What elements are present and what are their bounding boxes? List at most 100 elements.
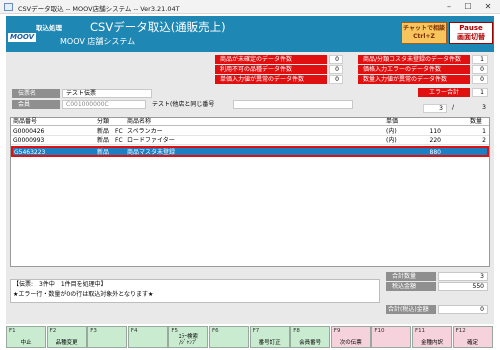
page-current: 3 <box>423 104 447 113</box>
window-title: CSVデータ取込 -- MOOV店舗システム -- Ver3.21.04T <box>18 5 180 13</box>
page-title: CSVデータ取込(通販売上) <box>90 20 226 34</box>
fkey-f1[interactable]: F1 中止 <box>6 326 46 348</box>
header-name: 商品名称 <box>127 118 152 125</box>
fkey-number: F1 <box>9 328 16 334</box>
member-code-field[interactable]: C001000000C <box>62 100 146 109</box>
fkey-number: F3 <box>90 328 97 334</box>
fkey-f10[interactable]: F10 <box>371 326 412 348</box>
fkey-f11[interactable]: F11 金種内訳 <box>412 326 452 348</box>
row-price: 880 <box>429 149 441 156</box>
header-code: 商品番号 <box>13 118 38 125</box>
system-name: MOOV 店舗システム <box>60 37 136 46</box>
row-category: 新品 <box>97 128 110 135</box>
status-progress: 【伝票: 3件中 1件目を処理中】 <box>13 281 107 288</box>
fkey-number: F12 <box>455 328 466 334</box>
slip-name-field[interactable]: テスト伝票 <box>62 89 152 98</box>
sum-qty-value: 3 <box>438 272 488 281</box>
function-key-bar: F1 中止 F2 品種変更 F3 F4 F5 ｴﾗｰ検索 /ｼﾞｬﾝﾌﾟ F6 F7 番号訂正 F8 会… <box>6 326 494 348</box>
fkey-label: 中止 <box>20 340 32 346</box>
fkey-number: F2 <box>49 328 57 334</box>
row-tax-type: (内) <box>386 137 397 144</box>
fkey-number: F10 <box>374 328 385 334</box>
row-quantity: 2 <box>482 137 486 144</box>
status-panel: 【伝票: 3件中 1件目を処理中】 ★エラー行・数量が0の行は取込対象外となりま… <box>10 279 380 303</box>
chat-button[interactable]: チャットで相談 Ctrl+Z <box>401 22 447 44</box>
error-label-unregistered: 商品/分類コスタ未登録のデータ件数 <box>358 55 470 64</box>
fkey-number: F7 <box>252 328 260 334</box>
minimize-icon[interactable]: – <box>444 2 454 12</box>
fkey-label: 確定 <box>467 340 479 346</box>
sum-qty-label: 合計数量 <box>386 272 436 281</box>
row-price: 220 <box>429 137 441 144</box>
app-icon <box>4 3 13 11</box>
error-label-unusable: 利用不可の品種データ件数 <box>215 65 327 74</box>
row-tax-type: (内) <box>386 128 397 135</box>
row-price: 110 <box>429 128 441 135</box>
header-category: 分類 <box>97 118 110 125</box>
row-category: 新品 <box>97 149 110 156</box>
table-row[interactable]: G0000426 新品 FC スペランカー (内) 110 1 <box>11 127 489 136</box>
row-name: ロードファイター <box>127 137 175 144</box>
fkey-label: 会員番号 <box>299 340 322 346</box>
close-icon[interactable]: ✕ <box>483 2 493 12</box>
pause-button-sub: 画面切替 <box>457 33 485 41</box>
fkey-f5[interactable]: F5 ｴﾗｰ検索 /ｼﾞｬﾝﾌﾟ <box>168 326 209 348</box>
error-label-quantity: 数量入力値が異常のデータ件数 <box>358 75 470 84</box>
fkey-f3[interactable]: F3 <box>87 326 128 348</box>
mode-label: 取込処理 <box>36 24 62 32</box>
pause-button[interactable]: Pause 画面切替 <box>449 22 493 44</box>
fkey-f9[interactable]: F9 次の伝票 <box>330 326 371 348</box>
sum-total-value: 0 <box>438 305 488 314</box>
fkey-f8[interactable]: F8 会員番号 <box>290 326 331 348</box>
error-count-unconfirmed: 0 <box>329 55 343 64</box>
chat-button-label: チャットで相談 <box>403 25 445 32</box>
fkey-f6[interactable]: F6 <box>209 326 249 348</box>
member-extra-field <box>233 100 353 109</box>
member-name: テスト(他店と同じ番号 <box>148 100 233 109</box>
fkey-number: F8 <box>293 328 300 334</box>
row-name: スペランカー <box>127 128 163 135</box>
fkey-number: F11 <box>415 328 426 334</box>
window-titlebar: CSVデータ取込 -- MOOV店舗システム -- Ver3.21.04T – … <box>0 0 500 14</box>
fkey-f4[interactable]: F4 <box>127 326 168 348</box>
chat-button-key: Ctrl+Z <box>413 33 435 40</box>
error-count-unitprice: 0 <box>329 75 343 84</box>
row-category: 新品 <box>97 137 110 144</box>
error-label-price: 価格入力エラーのデータ件数 <box>358 65 470 74</box>
item-grid[interactable]: 商品番号 分類 商品名称 単価 数量 G0000426 新品 FC スペランカー… <box>10 117 490 267</box>
row-subcategory: FC <box>115 137 123 144</box>
fkey-number: F4 <box>130 328 138 334</box>
sum-tax-value: 550 <box>438 282 488 291</box>
table-row-selected[interactable]: G5463223 新品 商品マスタ未登録 880 <box>11 146 489 157</box>
row-code: G0000993 <box>13 137 45 144</box>
fkey-label: 品種変更 <box>55 340 78 346</box>
fkey-f2[interactable]: F2 品種変更 <box>46 326 87 348</box>
header-unit-price: 単価 <box>386 118 399 125</box>
error-label-unitprice: 単価入力値が異常のデータ件数 <box>215 75 327 84</box>
fkey-label: 番号訂正 <box>258 340 281 346</box>
member-label: 会員 <box>12 100 60 109</box>
error-count-quantity: 0 <box>472 75 488 84</box>
header-quantity: 数量 <box>470 118 483 125</box>
row-quantity: 1 <box>482 128 486 135</box>
fkey-f12[interactable]: F12 確定 <box>452 326 493 348</box>
page-separator: / <box>452 104 455 111</box>
sum-total-label: 合計(税込)金額 <box>386 305 436 314</box>
fkey-number: F9 <box>333 328 341 334</box>
row-code: G0000426 <box>13 128 45 135</box>
fkey-number: F6 <box>212 328 219 334</box>
fkey-label: 次の伝票 <box>339 340 362 346</box>
moov-logo: MOOV <box>8 33 37 42</box>
slip-name-label: 伝票名 <box>12 89 60 98</box>
error-total-label: エラー合計 <box>418 88 470 97</box>
row-code: G5463223 <box>14 149 46 156</box>
maximize-icon[interactable]: ☐ <box>463 2 473 12</box>
fkey-label: 金種内訳 <box>420 340 443 346</box>
error-count-price: 0 <box>472 65 488 74</box>
row-subcategory: FC <box>115 128 123 135</box>
sum-tax-label: 税込金額 <box>386 282 436 291</box>
table-row[interactable]: G0000993 新品 FC ロードファイター (内) 220 2 <box>11 136 489 145</box>
page-total: 3 <box>482 104 486 111</box>
row-name: 商品マスタ未登録 <box>127 149 176 156</box>
fkey-f7[interactable]: F7 番号訂正 <box>249 326 290 348</box>
